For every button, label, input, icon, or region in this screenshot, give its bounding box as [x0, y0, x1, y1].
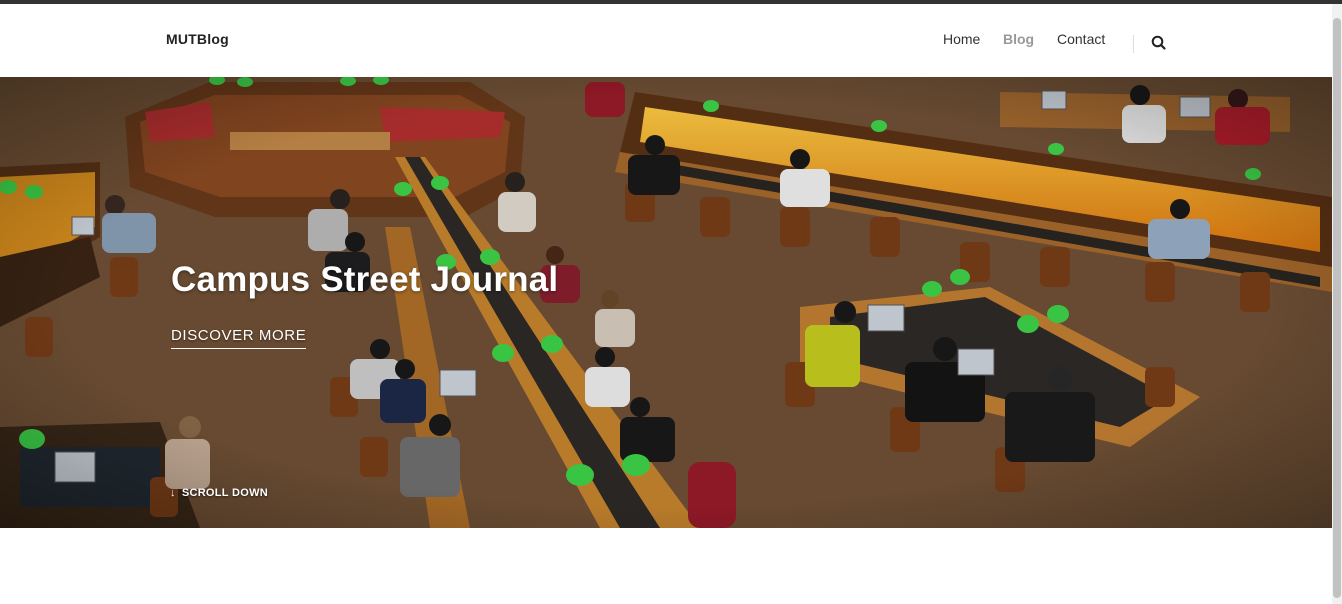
discover-more-link[interactable]: DISCOVER MORE	[171, 327, 307, 349]
hero-banner: Campus Street Journal DISCOVER MORE ↓ SCR…	[0, 77, 1332, 528]
site-header: MUTBlog Home Blog Contact	[0, 4, 1332, 77]
scrollbar-thumb[interactable]	[1333, 18, 1341, 598]
scroll-down-label: SCROLL DOWN	[181, 487, 269, 499]
nav-item-home[interactable]: Home	[943, 31, 980, 47]
nav-divider	[1133, 35, 1134, 53]
nav-item-blog[interactable]: Blog	[1003, 31, 1034, 47]
scroll-down-link[interactable]: ↓ SCROLL DOWN	[170, 487, 268, 499]
search-icon	[1151, 35, 1166, 50]
hero-background-image	[0, 77, 1332, 528]
search-button[interactable]	[1150, 34, 1168, 52]
hero-title: Campus Street Journal	[171, 260, 559, 299]
arrow-down-icon: ↓	[170, 487, 176, 499]
nav-item-contact[interactable]: Contact	[1057, 31, 1105, 47]
